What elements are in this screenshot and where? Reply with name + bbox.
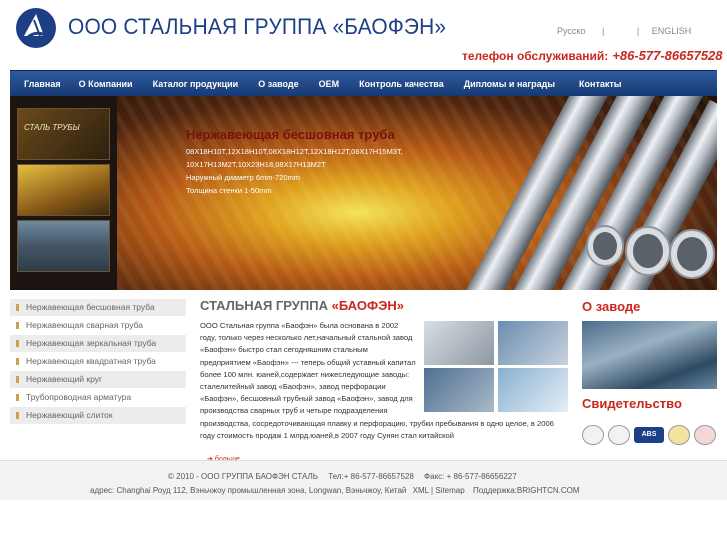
certificate-badge-icon[interactable]	[668, 425, 690, 445]
certificate-title[interactable]: Свидетельство	[582, 396, 682, 411]
sidebar-item-pipe-fittings[interactable]: Трубопроводная арматура	[10, 389, 186, 406]
footer-fax: Факс: + 86-577-86656227	[424, 472, 517, 481]
footer-support[interactable]: Поддержка:BRIGHTCN.COM	[473, 486, 580, 495]
phone-number: +86-577-86657528	[612, 48, 723, 63]
nav-item-catalog[interactable]: Каталог продукции	[147, 79, 253, 89]
certificate-seal-icon[interactable]	[582, 425, 604, 445]
banner-spec-line: Толщина стенки 1-50mm	[186, 186, 272, 195]
phone-line: телефон обслуживаний: +86-577-86657528	[462, 48, 723, 63]
intro-paragraph-wide: производства, сосредоточивающая плавку и…	[200, 418, 554, 440]
banner-spec-line: Наружный диаметр 6mm-720mm	[186, 173, 301, 182]
footer-address: адрес: Changhai Роуд 112, Вэньчжоу промы…	[90, 486, 407, 495]
nav-item-awards[interactable]: Дипломы и награды	[458, 79, 573, 89]
pipes-image	[457, 96, 717, 290]
company-photos	[424, 321, 568, 412]
footer-tel: Тел:+ 86-577-86657528	[328, 472, 414, 481]
sidebar-item-round-bar[interactable]: Нержавеющий круг	[10, 371, 186, 388]
banner-specs: 08Х18Н10Т,12Х18Н10Т,08Х18Н12Т,12Х18Н12Т,…	[186, 145, 403, 197]
section-title-prefix: СТАЛЬНАЯ ГРУППА	[200, 298, 328, 313]
company-photo[interactable]	[424, 368, 494, 412]
certificate-emblem-icon[interactable]	[694, 425, 716, 445]
nav-item-about[interactable]: О Компании	[73, 79, 147, 89]
banner-spec-line: 10Х17Н13М2Т,10Х23Н18,08Х17Н13М2Т	[186, 160, 326, 169]
section-title: СТАЛЬНАЯ ГРУППА «БАОФЭН»	[200, 298, 404, 313]
header: ООО СТАЛЬНАЯ ГРУППА «БАОФЭН» Русско | | …	[0, 0, 727, 70]
sidebar-item-ingot[interactable]: Нержавеющий слиток	[10, 407, 186, 424]
footer-separator: |	[431, 486, 434, 495]
footer-contacts: © 2010 - ООО ГРУППА БАОФЭН СТАЛЬ Тел:+ 8…	[168, 472, 517, 481]
page-bottom	[0, 500, 727, 545]
nav-item-contacts[interactable]: Контакты	[573, 79, 627, 89]
language-switcher: Русско | | ENGLISH	[557, 26, 691, 36]
phone-label: телефон обслуживаний:	[462, 49, 609, 63]
banner-thumb-3[interactable]	[17, 220, 110, 272]
company-title: ООО СТАЛЬНАЯ ГРУППА «БАОФЭН»	[68, 14, 447, 39]
xml-link[interactable]: XML	[413, 486, 429, 495]
factory-title[interactable]: О заводе	[582, 299, 640, 314]
product-sidebar: Нержавеющая бесшовная труба Нержавеющая …	[10, 299, 186, 425]
nav-item-quality[interactable]: Контроль качества	[353, 79, 458, 89]
factory-photo[interactable]	[582, 321, 717, 389]
banner-spec-line: 08Х18Н10Т,12Х18Н10Т,08Х18Н12Т,12Х18Н12Т,…	[186, 147, 403, 156]
company-photo[interactable]	[424, 321, 494, 365]
banner-thumb-2[interactable]	[17, 164, 110, 216]
lang-separator: |	[601, 26, 605, 36]
banner-thumb-1[interactable]: СТАЛЬ ТРУБЫ	[17, 108, 110, 160]
lang-separator: |	[636, 26, 640, 36]
nav-item-factory[interactable]: О заводе	[252, 79, 312, 89]
intro-paragraph-narrow: ООО Стальная группа «Баофэн» была основа…	[200, 321, 416, 416]
banner-thumbnails: СТАЛЬ ТРУБЫ	[10, 96, 117, 290]
footer-address-line: адрес: Changhai Роуд 112, Вэньчжоу промы…	[90, 486, 580, 495]
lang-ru-link[interactable]: Русско	[557, 26, 585, 36]
company-photo[interactable]	[498, 321, 568, 365]
nav-item-home[interactable]: Главная	[10, 79, 73, 89]
abs-certificate-logo[interactable]: ABS	[634, 427, 664, 443]
nav-item-oem[interactable]: OEM	[313, 79, 354, 89]
company-photo[interactable]	[498, 368, 568, 412]
sitemap-link[interactable]: Sitemap	[435, 486, 464, 495]
sidebar-item-square-pipe[interactable]: Нержавеющая квадратная труба	[10, 353, 186, 370]
sidebar-item-mirror-pipe[interactable]: Нержавеющая зеркальная труба	[10, 335, 186, 352]
page: ООО СТАЛЬНАЯ ГРУППА «БАОФЭН» Русско | | …	[0, 0, 727, 545]
certificate-logos: ABS	[582, 421, 717, 449]
certificate-globe-icon[interactable]	[608, 425, 630, 445]
section-title-accent: «БАОФЭН»	[331, 298, 404, 313]
banner-title: Нержавеющая бесшовная труба	[186, 127, 395, 142]
sidebar-item-welded-pipe[interactable]: Нержавеющая сварная труба	[10, 317, 186, 334]
sidebar-item-seamless-pipe[interactable]: Нержавеющая бесшовная труба	[10, 299, 186, 316]
thumb-caption: СТАЛЬ ТРУБЫ	[24, 123, 80, 132]
company-logo[interactable]	[14, 6, 58, 50]
lang-en-link[interactable]: ENGLISH	[652, 26, 692, 36]
main-nav: Главная О Компании Каталог продукции О з…	[10, 70, 717, 96]
footer-copyright: © 2010 - ООО ГРУППА БАОФЭН СТАЛЬ	[168, 472, 318, 481]
